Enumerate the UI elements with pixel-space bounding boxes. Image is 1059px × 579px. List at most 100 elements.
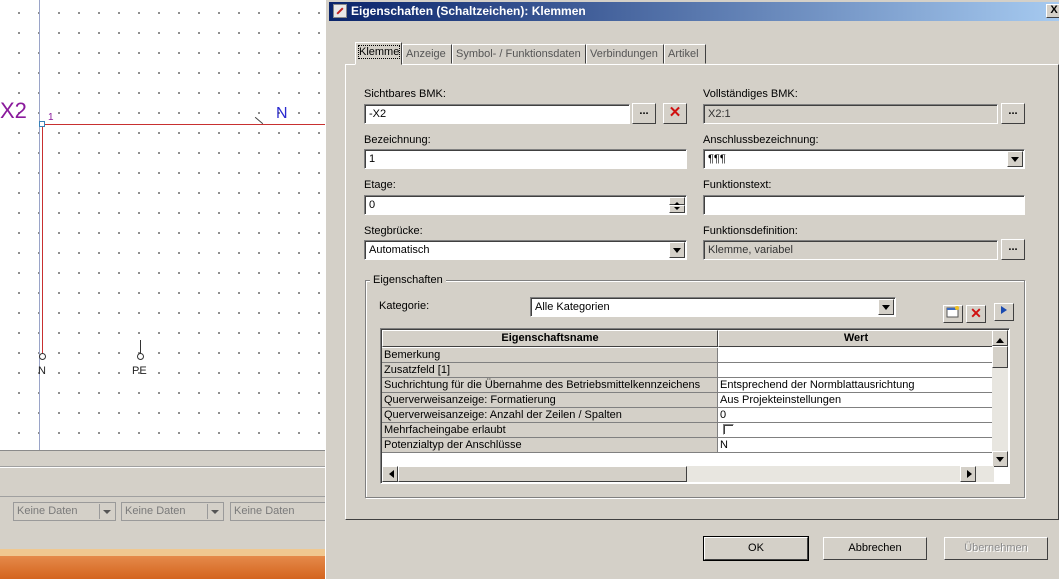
property-value[interactable]: 0: [718, 408, 994, 423]
mehrfacheingabe-checkbox[interactable]: [723, 424, 734, 435]
column-header-value[interactable]: Wert: [718, 330, 994, 347]
bottom-combo-1-value: Keine Daten: [17, 505, 78, 517]
property-value-checkbox-cell: [718, 423, 994, 438]
horizontal-scrollbar[interactable]: [382, 466, 994, 482]
bezeichnung-input[interactable]: 1: [364, 149, 687, 169]
etage-spinner[interactable]: 0: [364, 195, 687, 215]
vollstaendiges-bmk-label: Vollständiges BMK:: [703, 88, 798, 100]
column-header-name[interactable]: Eigenschaftsname: [382, 330, 718, 347]
property-name: Suchrichtung für die Übernahme des Betri…: [382, 378, 718, 393]
spin-buttons[interactable]: [669, 197, 685, 213]
ok-button[interactable]: OK: [703, 536, 809, 561]
terminal-n-label: N: [38, 365, 46, 377]
scroll-down-icon[interactable]: [992, 451, 1008, 467]
property-name: Zusatzfeld [1]: [382, 363, 718, 378]
play-arrow-icon: [1001, 306, 1007, 314]
connection-point[interactable]: [39, 121, 45, 127]
chevron-down-icon[interactable]: [878, 299, 894, 315]
pin-number: 1: [48, 112, 54, 123]
property-name: Mehrfacheingabe erlaubt: [382, 423, 718, 438]
chevron-down-icon[interactable]: [669, 242, 685, 258]
dialog-title: Eigenschaften (Schaltzeichen): Klemmen: [351, 4, 586, 18]
property-name: Querverweisanzeige: Anzahl der Zeilen / …: [382, 408, 718, 423]
tab-klemme[interactable]: Klemme: [355, 42, 402, 65]
anschlussbezeichnung-label: Anschlussbezeichnung:: [703, 134, 819, 146]
scroll-up-icon[interactable]: [992, 330, 1008, 346]
terminal-pe-stem: [140, 340, 141, 354]
bottom-combo-2-value: Keine Daten: [125, 505, 186, 517]
sichtbares-bmk-input[interactable]: -X2: [364, 104, 630, 124]
property-name: Potenzialtyp der Anschlüsse: [382, 438, 718, 453]
device-label[interactable]: X2: [0, 98, 27, 124]
bottom-combo-3[interactable]: Keine Daten: [230, 502, 325, 521]
new-property-icon[interactable]: [943, 305, 963, 323]
panel-divider: [0, 467, 325, 468]
dot-grid: [0, 0, 325, 450]
property-value[interactable]: Entsprechend der Normblattausrichtung: [718, 378, 994, 393]
vollstaendiges-bmk-browse-button[interactable]: ...: [1001, 103, 1025, 124]
funktionstext-label: Funktionstext:: [703, 179, 772, 191]
stegbruecke-select[interactable]: Automatisch: [364, 240, 687, 260]
grid-guide-line: [39, 0, 40, 450]
property-name: Querverweisanzeige: Formatierung: [382, 393, 718, 408]
property-value[interactable]: N: [718, 438, 994, 453]
terminal-n-circle[interactable]: [39, 353, 46, 360]
funktionstext-input[interactable]: [703, 195, 1025, 215]
property-name: Bemerkung: [382, 348, 718, 363]
kategorie-value: Alle Kategorien: [535, 301, 610, 313]
bottom-combo-2[interactable]: Keine Daten: [121, 502, 224, 521]
wire-vertical[interactable]: [42, 124, 43, 354]
spin-down-icon[interactable]: [669, 205, 685, 213]
etage-label: Etage:: [364, 179, 396, 191]
terminal-pe-circle[interactable]: [137, 353, 144, 360]
etage-value: 0: [369, 199, 376, 211]
tab-label: Klemme: [357, 45, 401, 59]
horizontal-scroll-thumb[interactable]: [398, 466, 687, 482]
cancel-button[interactable]: Abbrechen: [823, 537, 927, 560]
wire-horizontal[interactable]: [42, 124, 325, 125]
tab-verbindungen[interactable]: Verbindungen: [586, 44, 664, 64]
bottom-combo-1[interactable]: Keine Daten: [13, 502, 116, 521]
taskbar-strip: [0, 556, 325, 579]
delete-property-icon[interactable]: ✕: [966, 305, 986, 323]
property-value[interactable]: [718, 363, 994, 378]
chevron-down-icon[interactable]: [99, 504, 114, 519]
chevron-down-icon[interactable]: [207, 504, 222, 519]
kategorie-label: Kategorie:: [379, 300, 430, 312]
wire-label: N: [276, 105, 288, 122]
funktionsdefinition-label: Funktionsdefinition:: [703, 225, 798, 237]
status-strip: [0, 549, 325, 556]
kategorie-select[interactable]: Alle Kategorien: [530, 297, 896, 317]
sichtbares-bmk-browse-button[interactable]: ...: [632, 103, 656, 124]
close-button[interactable]: X: [1046, 4, 1059, 18]
schematic-canvas[interactable]: X2 1 N N PE Keine Daten Keine Daten Kein…: [0, 0, 325, 579]
eigenschaften-group-title: Eigenschaften: [370, 274, 446, 286]
funktionsdefinition-field: Klemme, variabel: [703, 240, 998, 260]
properties-table: Eigenschaftsname Wert Bemerkung Zusatzfe…: [380, 328, 1010, 484]
tab-anzeige[interactable]: Anzeige: [402, 44, 452, 64]
tab-artikel[interactable]: Artikel: [664, 44, 706, 64]
dialog-titlebar[interactable]: Eigenschaften (Schaltzeichen): Klemmen X: [329, 2, 1059, 21]
vollstaendiges-bmk-field: X2:1: [703, 104, 998, 124]
anschlussbezeichnung-value: ¶¶¶: [708, 153, 726, 165]
funktionsdefinition-browse-button[interactable]: ...: [1001, 239, 1025, 260]
anschlussbezeichnung-select[interactable]: ¶¶¶: [703, 149, 1025, 169]
terminal-pe-label: PE: [132, 365, 147, 377]
bezeichnung-label: Bezeichnung:: [364, 134, 431, 146]
property-value[interactable]: Aus Projekteinstellungen: [718, 393, 994, 408]
properties-dialog: Eigenschaften (Schaltzeichen): Klemmen X…: [325, 0, 1059, 579]
tab-symbol-funktionsdaten[interactable]: Symbol- / Funktionsdaten: [452, 44, 586, 64]
spin-up-icon[interactable]: [669, 197, 685, 205]
scroll-right-icon[interactable]: [960, 466, 976, 482]
expand-panel-icon[interactable]: [994, 303, 1014, 321]
delete-icon[interactable]: ✕: [663, 103, 687, 124]
app-icon: [333, 4, 347, 18]
chevron-down-icon[interactable]: [1007, 151, 1023, 167]
property-value[interactable]: [718, 348, 994, 363]
vertical-scrollbar[interactable]: [992, 330, 1008, 467]
apply-button[interactable]: Übernehmen: [944, 537, 1048, 560]
new-property-icon-graphic: [946, 306, 959, 318]
vertical-scroll-thumb[interactable]: [992, 346, 1008, 368]
stegbruecke-value: Automatisch: [369, 244, 430, 256]
scroll-left-icon[interactable]: [382, 466, 398, 482]
